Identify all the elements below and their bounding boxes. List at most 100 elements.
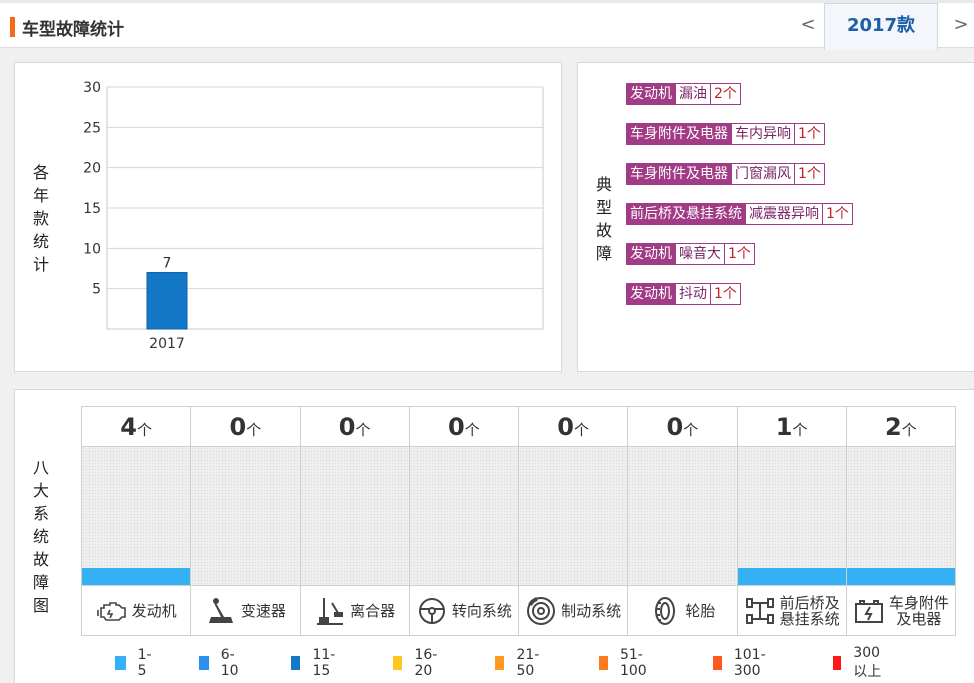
system-column[interactable]: 0个制动系统 xyxy=(519,406,629,636)
system-count: 0个 xyxy=(409,406,518,447)
system-count-number: 0 xyxy=(338,413,356,441)
system-column[interactable]: 2个车身附件 及电器 xyxy=(846,406,956,636)
fault-category: 发动机 xyxy=(626,243,676,265)
fault-tag[interactable]: 前后桥及悬挂系统 减震器异响 1个 xyxy=(626,203,853,225)
system-name-cell: 变速器 xyxy=(191,585,300,636)
year-bar-chart: 5 10 15 20 25 30 7 2017 xyxy=(83,80,544,352)
system-count-number: 0 xyxy=(229,413,247,441)
system-column[interactable]: 0个轮胎 xyxy=(628,406,738,636)
system-column[interactable]: 0个 变速器 xyxy=(191,406,301,636)
system-count-number: 1 xyxy=(775,413,793,441)
legend-swatch xyxy=(291,656,301,670)
legend-label: 51-100 xyxy=(619,647,647,679)
system-column[interactable]: 1个前后桥及 悬挂系统 xyxy=(737,406,847,636)
bar xyxy=(146,272,188,330)
fault-category: 车身附件及电器 xyxy=(626,123,732,145)
suspension-icon xyxy=(744,595,776,627)
systems-grid: 4个 发动机 0个 变速器 0个 离合器 0个 转向系统 0个 制动系统 0个 轮胎 1个 前后桥及 悬挂系… xyxy=(81,406,956,636)
fault-tag[interactable]: 车身附件及电器 车内异响 1个 xyxy=(626,123,825,145)
system-count-unit: 个 xyxy=(136,421,152,439)
fault-tag[interactable]: 发动机 噪音大 1个 xyxy=(626,243,755,265)
data-label: 7 xyxy=(163,256,172,272)
fault-count: 1个 xyxy=(711,283,741,305)
system-count: 0个 xyxy=(519,406,628,447)
gear-shifter-icon xyxy=(205,595,237,627)
steering-wheel-icon xyxy=(416,595,448,627)
system-name: 转向系统 xyxy=(451,601,512,620)
system-count-unit: 个 xyxy=(901,421,917,439)
system-level-field xyxy=(737,447,846,585)
system-name-cell: 离合器 xyxy=(300,585,409,636)
system-name: 车身附件 及电器 xyxy=(888,593,949,628)
clutch-pedal-icon xyxy=(314,595,346,627)
fault-issue: 门窗漏风 xyxy=(732,163,795,185)
system-column[interactable]: 0个离合器 xyxy=(300,406,410,636)
system-level-field xyxy=(409,447,518,585)
page-title: 车型故障统计 xyxy=(22,20,124,40)
system-count-number: 0 xyxy=(448,413,465,441)
system-level-field xyxy=(628,447,737,585)
legend-item: 300以上 xyxy=(833,645,886,680)
legend-item: 11-15 xyxy=(291,647,340,679)
system-name: 离合器 xyxy=(350,601,396,620)
fault-count: 1个 xyxy=(795,123,825,145)
legend-item: 16-20 xyxy=(393,647,442,679)
page-header: 车型故障统计 < 2017款 > xyxy=(0,0,974,50)
fault-issue: 车内异响 xyxy=(732,123,795,145)
system-count: 1个 xyxy=(737,406,846,447)
tab-prev-button[interactable]: < xyxy=(788,3,828,50)
system-column[interactable]: 4个 发动机 xyxy=(82,406,192,636)
system-count: 0个 xyxy=(628,406,737,447)
y-tick-label: 10 xyxy=(83,241,101,257)
battery-icon xyxy=(853,595,885,627)
system-count-number: 0 xyxy=(666,413,684,441)
y-tick-label: 15 xyxy=(83,201,101,217)
system-count-unit: 个 xyxy=(355,421,371,439)
fault-count: 1个 xyxy=(795,163,825,185)
fault-category: 车身附件及电器 xyxy=(626,163,732,185)
fault-tag[interactable]: 发动机 漏油 2个 xyxy=(626,83,741,105)
system-level-field xyxy=(519,447,628,585)
legend-label: 1-5 xyxy=(137,647,152,679)
system-level-field xyxy=(300,447,409,585)
legend-swatch xyxy=(833,656,842,670)
legend-item: 101-300 xyxy=(713,647,771,679)
system-count: 0个 xyxy=(300,406,409,447)
system-level-field xyxy=(846,447,955,585)
system-name-cell: 车身附件 及电器 xyxy=(846,585,955,636)
fault-issue: 减震器异响 xyxy=(746,203,823,225)
legend-item: 21-50 xyxy=(495,647,544,679)
year-stats-panel: 各年款统计 5 10 15 20 25 30 7 2017 xyxy=(14,62,562,372)
system-name: 轮胎 xyxy=(685,601,716,620)
legend-swatch xyxy=(393,656,403,670)
legend-label: 300以上 xyxy=(853,645,882,680)
system-name: 制动系统 xyxy=(561,601,622,620)
system-count-unit: 个 xyxy=(464,421,480,439)
system-column[interactable]: 0个转向系统 xyxy=(409,406,519,636)
system-count-number: 2 xyxy=(885,413,902,441)
eight-systems-panel: 八大系统故障图 4个 发动机 0个 变速器 0个 离合器 0个 转向系统 0个 制动系统 0个 轮胎 1… xyxy=(14,389,974,683)
system-name-cell: 轮胎 xyxy=(628,585,737,636)
system-count: 2个 xyxy=(846,406,955,447)
fault-issue: 噪音大 xyxy=(676,243,725,265)
system-level-fill xyxy=(846,568,955,585)
fault-count: 1个 xyxy=(823,203,853,225)
system-level-fill xyxy=(737,568,846,585)
fault-tag[interactable]: 发动机 抖动 1个 xyxy=(626,283,741,305)
legend-swatch xyxy=(495,656,505,670)
legend-label: 16-20 xyxy=(414,647,438,679)
eight-systems-label: 八大系统故障图 xyxy=(32,458,49,615)
system-name-cell: 制动系统 xyxy=(519,585,628,636)
tab-year-2017[interactable]: 2017款 xyxy=(824,3,938,50)
system-name-cell: 前后桥及 悬挂系统 xyxy=(737,585,846,636)
fault-issue: 抖动 xyxy=(676,283,711,305)
legend-item: 51-100 xyxy=(599,647,652,679)
system-level-field xyxy=(82,447,191,585)
fault-tag[interactable]: 车身附件及电器 门窗漏风 1个 xyxy=(626,163,825,185)
engine-icon xyxy=(96,595,128,627)
system-name: 发动机 xyxy=(131,601,177,620)
y-tick-label: 5 xyxy=(92,282,101,298)
tab-next-button[interactable]: > xyxy=(948,3,974,50)
y-tick-label: 25 xyxy=(83,120,101,136)
system-name: 变速器 xyxy=(240,601,286,620)
